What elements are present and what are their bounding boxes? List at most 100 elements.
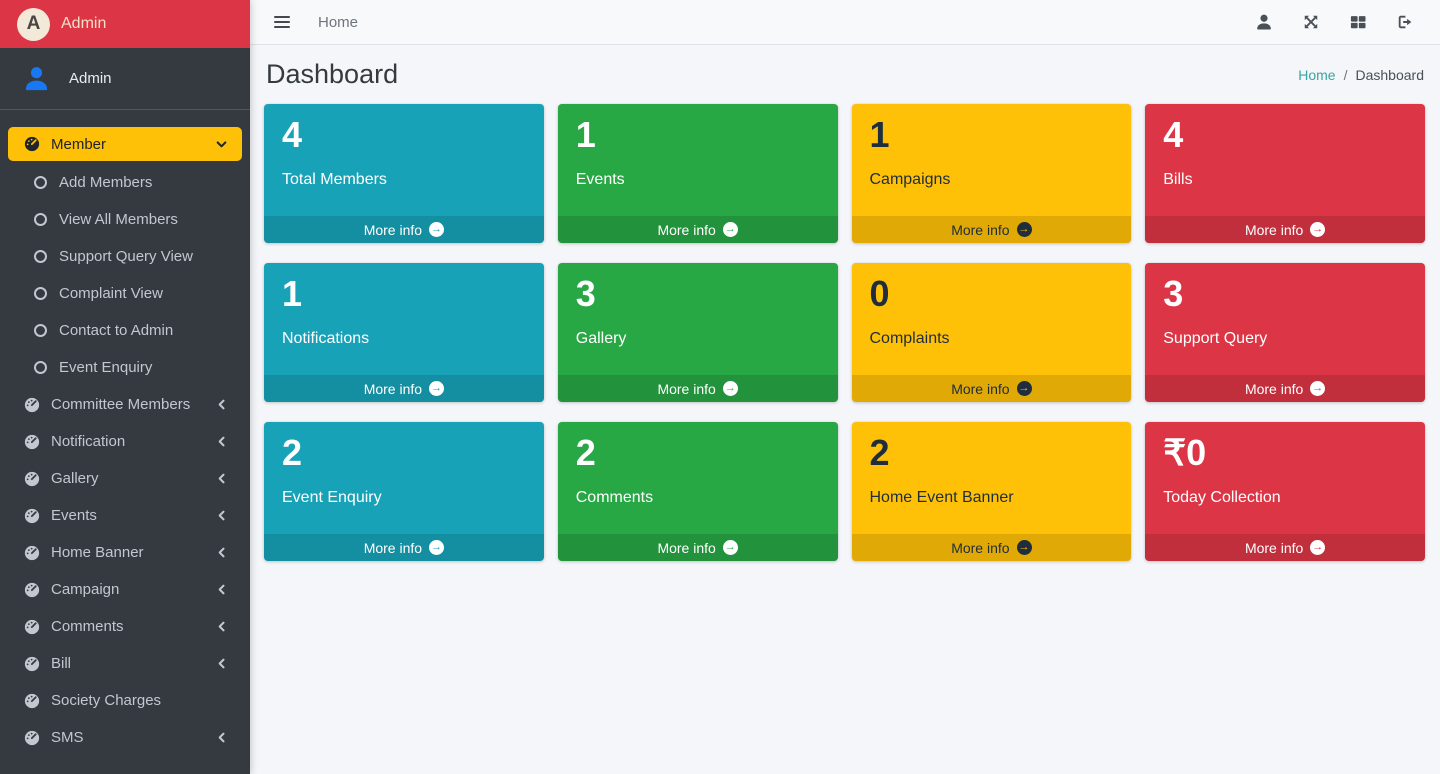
breadcrumb-divider: / (1344, 67, 1348, 83)
circle-icon (34, 361, 47, 374)
stat-label: Support Query (1163, 330, 1407, 348)
sidebar-item-gallery[interactable]: Gallery (8, 460, 242, 497)
arrow-circle-right-icon: → (1310, 381, 1325, 396)
stat-label: Today Collection (1163, 489, 1407, 507)
gauge-icon (23, 507, 41, 525)
stat-label: Gallery (576, 330, 820, 348)
th-large-icon (1348, 12, 1368, 32)
main-area: Home Dashboard Home / Dashboard (250, 0, 1440, 774)
stat-label: Event Enquiry (282, 489, 526, 507)
sidebar-item-sms[interactable]: SMS (8, 719, 242, 756)
arrow-circle-right-icon: → (1017, 222, 1032, 237)
gauge-icon (23, 470, 41, 488)
brand-link[interactable]: A Admin (0, 0, 250, 48)
sidebar-item-view-all-members[interactable]: View All Members (8, 201, 242, 238)
more-info-label: More info (1245, 381, 1303, 397)
more-info-link[interactable]: More info → (558, 375, 838, 402)
circle-icon (34, 287, 47, 300)
more-info-link[interactable]: More info → (852, 375, 1132, 402)
sidebar-item-notification[interactable]: Notification (8, 423, 242, 460)
sidebar-item-label: Campaign (51, 581, 119, 598)
sidebar-item-support-query-view[interactable]: Support Query View (8, 238, 242, 275)
sidebar-item-contact-to-admin[interactable]: Contact to Admin (8, 312, 242, 349)
more-info-link[interactable]: More info → (264, 534, 544, 561)
grid-button[interactable] (1348, 12, 1368, 32)
gauge-icon (23, 729, 41, 747)
sidebar-item-committee-members[interactable]: Committee Members (8, 386, 242, 423)
sidebar-item-events[interactable]: Events (8, 497, 242, 534)
sidebar-item-label: Add Members (59, 174, 152, 191)
stat-label: Campaigns (870, 171, 1114, 189)
sidebar-item-society-charges[interactable]: Society Charges (8, 682, 242, 719)
chevron-down-icon (216, 139, 227, 150)
sidebar-item-add-members[interactable]: Add Members (8, 164, 242, 201)
more-info-label: More info (1245, 540, 1303, 556)
gauge-icon (23, 655, 41, 673)
sidebar-item-home-banner[interactable]: Home Banner (8, 534, 242, 571)
nav-home-link[interactable]: Home (318, 14, 358, 31)
more-info-label: More info (364, 222, 422, 238)
stat-value: 2 (282, 434, 526, 472)
chevron-left-icon (216, 547, 227, 558)
gauge-icon (23, 544, 41, 562)
stat-card-total-members: 4 Total Members More info → (264, 104, 544, 243)
sidebar-item-member[interactable]: Member (8, 127, 242, 161)
content-header: Dashboard Home / Dashboard (250, 45, 1440, 102)
sidebar-item-label: Events (51, 507, 97, 524)
more-info-link[interactable]: More info → (558, 534, 838, 561)
logout-button[interactable] (1395, 12, 1415, 32)
stat-value: ₹0 (1163, 434, 1407, 472)
more-info-link[interactable]: More info → (558, 216, 838, 243)
more-info-link[interactable]: More info → (264, 375, 544, 402)
more-info-label: More info (657, 540, 715, 556)
breadcrumb-home-link[interactable]: Home (1298, 67, 1335, 83)
fullscreen-button[interactable] (1301, 12, 1321, 32)
sidebar-item-label: Society Charges (51, 692, 161, 709)
arrow-circle-right-icon: → (1310, 540, 1325, 555)
user-button[interactable] (1254, 12, 1274, 32)
stat-card-home-event-banner: 2 Home Event Banner More info → (852, 422, 1132, 561)
stat-card-bills: 4 Bills More info → (1145, 104, 1425, 243)
chevron-left-icon (216, 510, 227, 521)
sidebar-toggle-button[interactable] (272, 12, 292, 32)
more-info-link[interactable]: More info → (1145, 534, 1425, 561)
more-info-link[interactable]: More info → (852, 534, 1132, 561)
more-info-link[interactable]: More info → (264, 216, 544, 243)
user-panel: Admin (0, 48, 250, 110)
sign-out-icon (1395, 12, 1415, 32)
chevron-left-icon (216, 436, 227, 447)
more-info-link[interactable]: More info → (1145, 375, 1425, 402)
stat-value: 0 (870, 275, 1114, 313)
circle-icon (34, 250, 47, 263)
sidebar-item-label: Complaint View (59, 285, 163, 302)
stat-value: 4 (1163, 116, 1407, 154)
stat-card-events: 1 Events More info → (558, 104, 838, 243)
sidebar-item-label: SMS (51, 729, 84, 746)
sidebar-item-label: Contact to Admin (59, 322, 173, 339)
arrow-circle-right-icon: → (723, 381, 738, 396)
sidebar-item-campaign[interactable]: Campaign (8, 571, 242, 608)
chevron-left-icon (216, 621, 227, 632)
sidebar-item-complaint-view[interactable]: Complaint View (8, 275, 242, 312)
stat-label: Comments (576, 489, 820, 507)
sidebar-item-comments[interactable]: Comments (8, 608, 242, 645)
stat-card-event-enquiry: 2 Event Enquiry More info → (264, 422, 544, 561)
more-info-link[interactable]: More info → (852, 216, 1132, 243)
sidebar-item-label: Event Enquiry (59, 359, 152, 376)
circle-icon (34, 324, 47, 337)
more-info-label: More info (657, 222, 715, 238)
gauge-icon (23, 135, 41, 153)
more-info-label: More info (364, 540, 422, 556)
circle-icon (34, 176, 47, 189)
stat-value: 4 (282, 116, 526, 154)
sidebar-item-bill[interactable]: Bill (8, 645, 242, 682)
user-icon (1254, 12, 1274, 32)
more-info-link[interactable]: More info → (1145, 216, 1425, 243)
navbar-actions (1254, 12, 1415, 32)
brand-logo: A (17, 8, 50, 41)
sidebar-item-event-enquiry[interactable]: Event Enquiry (8, 349, 242, 386)
breadcrumb-current: Dashboard (1356, 67, 1425, 83)
brand-title: Admin (61, 15, 106, 33)
stat-card-support-query: 3 Support Query More info → (1145, 263, 1425, 402)
stat-card-complaints: 0 Complaints More info → (852, 263, 1132, 402)
